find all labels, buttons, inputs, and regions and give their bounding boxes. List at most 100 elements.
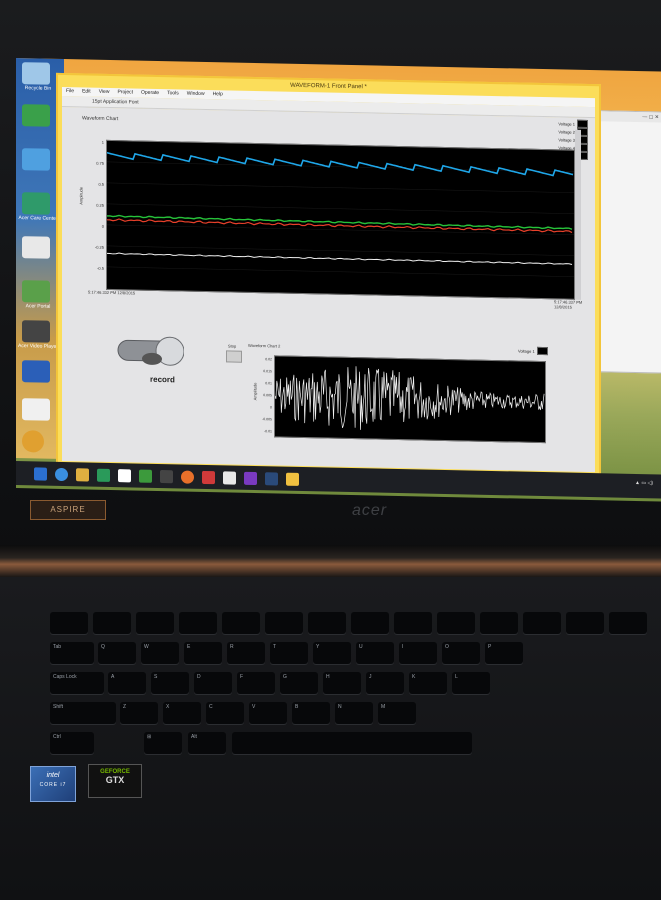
caps-lock-key[interactable]: Caps Lock bbox=[50, 672, 104, 694]
recycle-bin-icon[interactable] bbox=[22, 62, 50, 85]
function-key[interactable] bbox=[394, 612, 432, 634]
key-label: Q bbox=[101, 644, 105, 650]
key-h[interactable]: H bbox=[323, 672, 361, 694]
key-label: Ctrl bbox=[53, 734, 61, 740]
menu-file[interactable]: File bbox=[66, 87, 74, 96]
tab-key[interactable]: Tab bbox=[50, 642, 94, 664]
key-y[interactable]: Y bbox=[313, 642, 351, 664]
firefox-icon[interactable] bbox=[181, 469, 194, 484]
key-label: K bbox=[412, 674, 416, 680]
app-icon[interactable] bbox=[223, 470, 236, 485]
function-key[interactable] bbox=[93, 612, 131, 634]
system-tray[interactable]: ▲ ▭ ◁) bbox=[635, 480, 653, 486]
chart1-plot[interactable] bbox=[106, 139, 575, 300]
key-v[interactable]: V bbox=[249, 702, 287, 724]
key-x[interactable]: X bbox=[163, 702, 201, 724]
record-toggle-switch[interactable] bbox=[116, 330, 184, 371]
chart2-ytick: 0.015 bbox=[263, 369, 272, 374]
function-key[interactable] bbox=[50, 612, 88, 634]
app-icon[interactable] bbox=[22, 430, 44, 453]
folder-icon[interactable] bbox=[76, 467, 89, 482]
key-r[interactable]: R bbox=[227, 642, 265, 664]
key-label: A bbox=[111, 674, 115, 680]
key-m[interactable]: M bbox=[378, 702, 416, 724]
video-player-icon[interactable] bbox=[22, 320, 50, 343]
key-b[interactable]: B bbox=[292, 702, 330, 724]
function-key[interactable] bbox=[609, 612, 647, 634]
gridline bbox=[107, 182, 574, 193]
app-icon[interactable] bbox=[244, 471, 257, 485]
function-key[interactable] bbox=[222, 612, 260, 634]
key-k[interactable]: K bbox=[409, 672, 447, 694]
function-key[interactable] bbox=[480, 612, 518, 634]
menu-tools[interactable]: Tools bbox=[167, 89, 179, 98]
menu-window[interactable]: Window bbox=[187, 90, 205, 99]
key-c[interactable]: C bbox=[206, 702, 244, 724]
function-key[interactable] bbox=[437, 612, 475, 634]
menu-project[interactable]: Project bbox=[117, 88, 133, 97]
key-s[interactable]: S bbox=[151, 672, 189, 694]
font-dropdown[interactable]: 15pt Application Font bbox=[92, 99, 139, 106]
ctrl-key[interactable]: Ctrl bbox=[50, 732, 94, 754]
app-icon[interactable] bbox=[22, 148, 50, 171]
app-icon[interactable] bbox=[139, 469, 152, 483]
home-icon[interactable] bbox=[118, 468, 131, 482]
menu-view[interactable]: View bbox=[99, 88, 110, 97]
function-key[interactable] bbox=[265, 612, 303, 634]
key-n[interactable]: N bbox=[335, 702, 373, 724]
menu-edit[interactable]: Edit bbox=[82, 87, 91, 96]
function-key[interactable] bbox=[136, 612, 174, 634]
key-l[interactable]: L bbox=[452, 672, 490, 694]
chart2-legend[interactable]: Voltage 1 bbox=[518, 346, 548, 356]
key-p[interactable]: P bbox=[485, 642, 523, 664]
app-icon[interactable] bbox=[22, 398, 50, 421]
key-j[interactable]: J bbox=[366, 672, 404, 694]
menu-help[interactable]: Help bbox=[213, 90, 223, 99]
key-f[interactable]: F bbox=[237, 672, 275, 694]
app-icon[interactable] bbox=[22, 104, 50, 127]
key-g[interactable]: G bbox=[280, 672, 318, 694]
app-icon[interactable] bbox=[160, 469, 173, 483]
key-label: I bbox=[402, 644, 404, 650]
gridline bbox=[107, 203, 574, 214]
key-a[interactable]: A bbox=[108, 672, 146, 694]
steam-icon[interactable] bbox=[265, 471, 278, 485]
space-bar[interactable] bbox=[232, 732, 472, 754]
panel-scrollbar[interactable] bbox=[575, 129, 581, 300]
windows-key[interactable]: ⊞ bbox=[144, 732, 182, 754]
key-u[interactable]: U bbox=[356, 642, 394, 664]
app-icon[interactable] bbox=[22, 360, 50, 383]
chart2-plot[interactable] bbox=[274, 355, 546, 444]
store-icon[interactable] bbox=[97, 468, 110, 482]
function-key[interactable] bbox=[566, 612, 604, 634]
acer-care-center-icon[interactable] bbox=[22, 192, 50, 215]
key-z[interactable]: Z bbox=[120, 702, 158, 724]
key-o[interactable]: O bbox=[442, 642, 480, 664]
key-q[interactable]: Q bbox=[98, 642, 136, 664]
nvidia-sticker: GEFORCE GTX bbox=[88, 764, 142, 798]
key-w[interactable]: W bbox=[141, 642, 179, 664]
key-label: G bbox=[283, 674, 287, 680]
function-key[interactable] bbox=[179, 612, 217, 634]
key-i[interactable]: I bbox=[399, 642, 437, 664]
app-icon[interactable] bbox=[202, 470, 215, 484]
start-icon[interactable] bbox=[34, 466, 47, 481]
key-d[interactable]: D bbox=[194, 672, 232, 694]
shift-key[interactable]: Shift bbox=[50, 702, 116, 724]
aspire-badge: ASPIRE bbox=[30, 500, 106, 520]
labview-icon[interactable] bbox=[286, 472, 299, 486]
key-t[interactable]: T bbox=[270, 642, 308, 664]
alt-key[interactable]: Alt bbox=[188, 732, 226, 754]
function-key[interactable] bbox=[523, 612, 561, 634]
menu-operate[interactable]: Operate bbox=[141, 89, 159, 98]
acer-portal-icon[interactable] bbox=[22, 280, 50, 303]
function-key[interactable] bbox=[351, 612, 389, 634]
series-voltage-white bbox=[107, 252, 573, 266]
function-key[interactable] bbox=[308, 612, 346, 634]
stop-button[interactable] bbox=[226, 350, 242, 363]
key-label: W bbox=[144, 644, 149, 650]
key-e[interactable]: E bbox=[184, 642, 222, 664]
fan-icon[interactable] bbox=[22, 236, 50, 259]
labview-window[interactable]: WAVEFORM-1 Front Panel * File Edit View … bbox=[56, 72, 601, 477]
ie-icon[interactable] bbox=[55, 467, 68, 481]
